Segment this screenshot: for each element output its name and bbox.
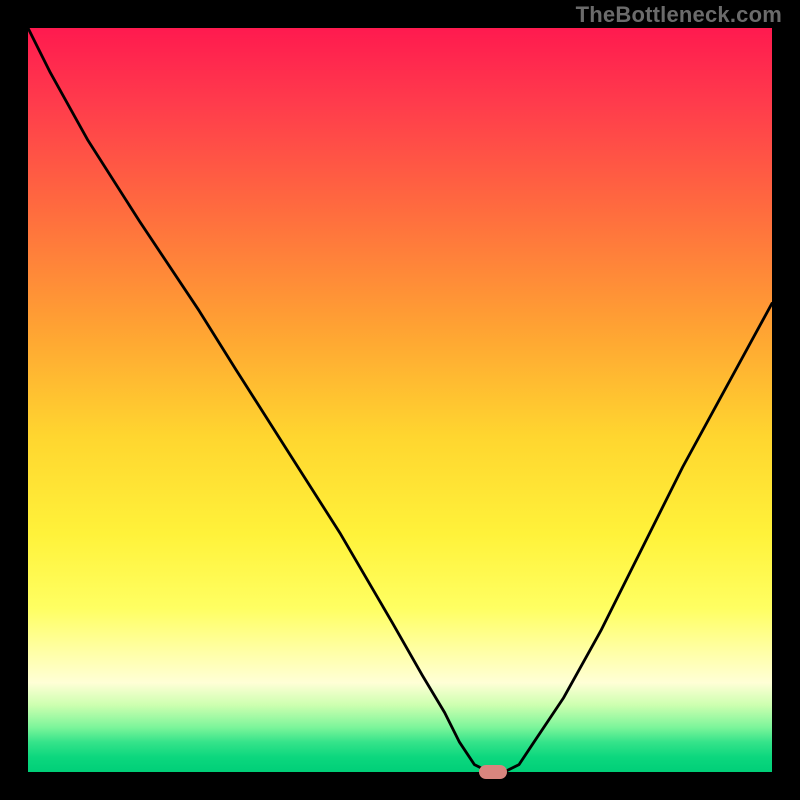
bottleneck-curve [28, 28, 772, 772]
optimal-marker [479, 765, 507, 779]
watermark-label: TheBottleneck.com [576, 2, 782, 28]
chart-container: TheBottleneck.com [0, 0, 800, 800]
plot-area [28, 28, 772, 772]
